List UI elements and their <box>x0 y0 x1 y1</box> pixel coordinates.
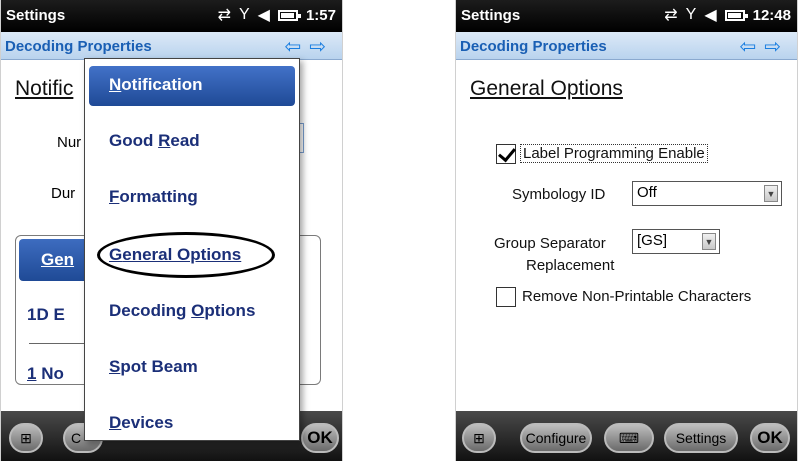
configure-button[interactable]: Configure <box>520 423 592 453</box>
windows-start-button[interactable]: ⊞ <box>9 423 43 453</box>
mnemonic: S <box>109 357 121 376</box>
group-separator-value: [GS] <box>637 232 668 249</box>
forward-arrow-icon[interactable]: ⇨ <box>764 36 789 58</box>
bottom-bar: ⊞ Configure ⌨ Settings OK <box>456 411 797 461</box>
volume-icon: ◀ <box>257 7 270 24</box>
menu-label: ormatting <box>119 187 198 206</box>
settings-label: Settings <box>675 430 727 446</box>
menu-label: otification <box>121 75 203 94</box>
status-title: Settings <box>461 7 521 24</box>
context-menu: Notification Good Read Formatting Genera… <box>84 58 300 441</box>
no-signal-icon: Y <box>238 6 250 23</box>
menu-item-good-read[interactable]: Good Read <box>109 131 200 151</box>
page-title: General Options <box>470 77 623 100</box>
tab-1-no-label: No <box>36 364 64 383</box>
page-body: General Options Label Programming Enable… <box>456 61 797 411</box>
no-signal-icon: Y <box>685 6 697 23</box>
page-header: Decoding Properties ⇦⇨ <box>456 32 797 60</box>
menu-item-spot-beam[interactable]: Spot Beam <box>109 357 198 377</box>
status-time: 1:57 <box>305 6 336 24</box>
remove-nonprintable-checkbox[interactable] <box>496 287 516 307</box>
group-separator-label: Group Separator <box>494 235 606 252</box>
ok-label: OK <box>307 428 333 447</box>
softkey-label: C <box>71 430 82 446</box>
back-arrow-icon[interactable]: ⇦ <box>284 36 309 58</box>
label-programming-checkbox[interactable] <box>496 144 516 164</box>
battery-icon <box>277 9 301 21</box>
settings-button[interactable]: Settings <box>664 423 738 453</box>
windows-flag-icon: ⊞ <box>473 429 485 446</box>
menu-item-formatting[interactable]: Formatting <box>109 187 198 207</box>
symbology-id-label: Symbology ID <box>512 186 606 203</box>
back-arrow-icon[interactable]: ⇦ <box>739 36 764 58</box>
keyboard-button[interactable]: ⌨ <box>604 423 654 453</box>
mnemonic: D <box>109 413 122 432</box>
dropdown-arrow-icon: ▼ <box>764 185 778 202</box>
menu-item-devices[interactable]: Devices <box>109 413 173 433</box>
mnemonic: O <box>191 301 205 320</box>
status-bar: Settings ⇄ Y ◀ 1:57 <box>1 0 342 32</box>
menu-label: pot Beam <box>120 357 198 376</box>
ok-label: OK <box>757 428 783 447</box>
mnemonic: G <box>109 245 123 264</box>
page-title: Notific <box>15 77 74 100</box>
number-label: Nur <box>57 134 82 151</box>
mnemonic: R <box>158 131 171 150</box>
forward-arrow-icon[interactable]: ⇨ <box>309 36 334 58</box>
tab-1d[interactable]: 1D E <box>27 305 65 325</box>
volume-icon: ◀ <box>704 7 717 24</box>
mnemonic: F <box>109 187 120 206</box>
symbology-id-value: Off <box>637 184 657 201</box>
remove-nonprintable-label: Remove Non-Printable Characters <box>522 288 752 305</box>
menu-label: Good <box>109 131 159 150</box>
status-title: Settings <box>6 7 66 24</box>
right-screen: Settings ⇄ Y ◀ 12:48 Decoding Properties… <box>455 0 798 461</box>
dropdown-arrow-icon: ▼ <box>702 233 716 250</box>
label-programming-label: Label Programming Enable <box>520 144 708 163</box>
menu-label: Decoding <box>109 301 192 320</box>
menu-label: evices <box>121 413 174 432</box>
menu-item-notification[interactable]: Notification <box>89 66 295 106</box>
group-separator-select[interactable]: [GS] ▼ <box>632 229 720 254</box>
keyboard-icon: ⌨ <box>618 429 640 446</box>
menu-item-decoding-options[interactable]: Decoding Options <box>109 301 255 321</box>
windows-start-button[interactable]: ⊞ <box>462 423 496 453</box>
windows-flag-icon: ⊞ <box>20 429 32 446</box>
sync-icon: ⇄ <box>217 7 231 24</box>
status-bar: Settings ⇄ Y ◀ 12:48 <box>456 0 797 32</box>
status-time: 12:48 <box>752 6 791 24</box>
mnemonic: N <box>109 75 122 94</box>
battery-icon <box>724 9 748 21</box>
symbology-id-select[interactable]: Off ▼ <box>632 181 782 206</box>
menu-item-general-options[interactable]: General Options <box>109 245 241 265</box>
duration-label: Dur <box>51 185 76 202</box>
page-header: Decoding Properties ⇦⇨ <box>1 32 342 60</box>
tab-1-no[interactable]: 1 No <box>27 364 64 384</box>
menu-label: ptions <box>204 301 256 320</box>
left-screen: Settings ⇄ Y ◀ 1:57 Decoding Properties … <box>0 0 343 461</box>
header-title: Decoding Properties <box>460 38 607 55</box>
header-title: Decoding Properties <box>5 38 152 55</box>
menu-label: eneral Options <box>122 245 242 264</box>
configure-label: Configure <box>525 430 587 446</box>
ok-button[interactable]: OK <box>750 423 790 453</box>
sync-icon: ⇄ <box>664 7 678 24</box>
group-separator-label-2: Replacement <box>526 257 615 274</box>
ok-button[interactable]: OK <box>301 423 339 453</box>
menu-label: ead <box>170 131 200 150</box>
